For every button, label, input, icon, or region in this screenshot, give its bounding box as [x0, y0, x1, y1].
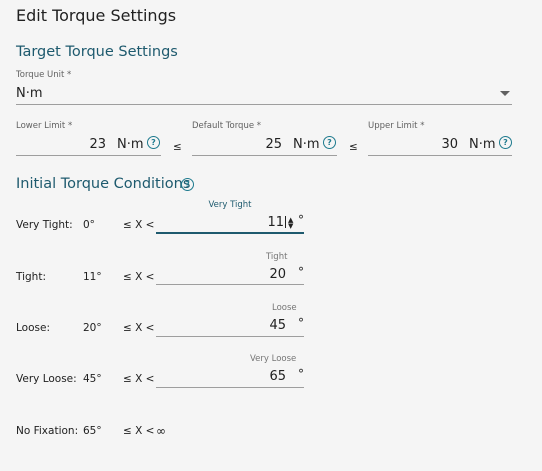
lower-limit-unit: N·m [117, 137, 144, 152]
tight-input[interactable]: 20 [156, 267, 286, 282]
help-circle-icon[interactable]: ? [147, 136, 160, 149]
torque-unit-select[interactable]: N·m [16, 85, 512, 105]
lower-limit-label: Lower Limit * [16, 121, 73, 131]
initial-section-title: Initial Torque Conditions [16, 176, 191, 192]
very-loose-unit: ° [298, 367, 304, 381]
very-tight-input[interactable]: 11 [156, 215, 284, 230]
very-loose-field-label: Very Loose [250, 354, 297, 364]
text-caret [285, 216, 286, 228]
spinner-arrows-icon[interactable]: ▲ ▼ [288, 217, 293, 230]
leq-symbol: ≤ [349, 141, 358, 153]
very-loose-operator: ≤ X < [123, 373, 155, 385]
upper-limit-label: Upper Limit * [368, 121, 425, 131]
very-loose-underline [156, 387, 304, 388]
tight-start: 11° [83, 271, 102, 283]
torque-unit-value: N·m [16, 86, 43, 101]
very-tight-unit: ° [298, 213, 304, 227]
tight-field-label: Tight [266, 252, 288, 262]
target-section-title: Target Torque Settings [16, 44, 178, 60]
loose-operator: ≤ X < [123, 322, 155, 334]
dialog-title: Edit Torque Settings [16, 6, 177, 25]
tight-unit: ° [298, 265, 304, 279]
help-circle-icon[interactable]: ? [181, 178, 194, 191]
upper-limit-underline [368, 155, 512, 156]
upper-limit-unit: N·m [469, 137, 496, 152]
very-loose-name: Very Loose: [16, 373, 77, 385]
lower-limit-input[interactable]: 23 [16, 137, 106, 152]
tight-underline [156, 284, 304, 285]
very-loose-input[interactable]: 65 [156, 369, 286, 384]
no-fixation-start: 65° [83, 425, 102, 437]
infinity-symbol: ∞ [156, 424, 166, 438]
default-torque-input[interactable]: 25 [192, 137, 282, 152]
loose-input[interactable]: 45 [156, 318, 286, 333]
no-fixation-operator: ≤ X < [123, 425, 155, 437]
loose-name: Loose: [16, 322, 50, 334]
tight-name: Tight: [16, 271, 46, 283]
help-circle-icon[interactable]: ? [323, 136, 336, 149]
very-tight-start: 0° [83, 219, 95, 231]
default-torque-label: Default Torque * [192, 121, 262, 131]
loose-underline [156, 336, 304, 337]
very-tight-underline [156, 232, 304, 234]
loose-start: 20° [83, 322, 102, 334]
lower-limit-underline [16, 155, 161, 156]
torque-unit-underline [16, 104, 512, 105]
very-tight-operator: ≤ X < [123, 219, 155, 231]
upper-limit-input[interactable]: 30 [368, 137, 458, 152]
loose-field-label: Loose [272, 303, 297, 313]
leq-symbol: ≤ [173, 141, 182, 153]
no-fixation-name: No Fixation: [16, 425, 79, 437]
default-torque-underline [192, 155, 337, 156]
torque-unit-label: Torque Unit * [16, 70, 72, 80]
loose-unit: ° [298, 316, 304, 330]
very-tight-field-label: Very Tight [208, 200, 252, 210]
tight-operator: ≤ X < [123, 271, 155, 283]
help-circle-icon[interactable]: ? [499, 136, 512, 149]
chevron-down-icon [500, 91, 510, 96]
very-tight-name: Very Tight: [16, 219, 73, 231]
default-torque-unit: N·m [293, 137, 320, 152]
very-loose-start: 45° [83, 373, 102, 385]
